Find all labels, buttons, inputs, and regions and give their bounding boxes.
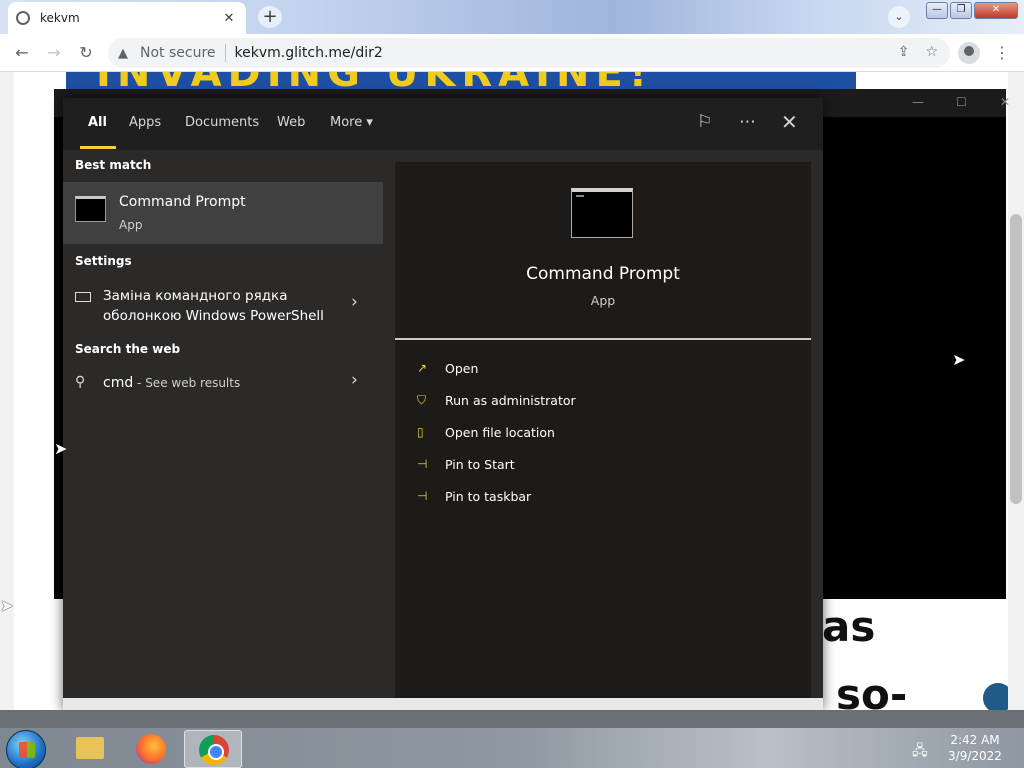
display-settings-icon [75,292,91,302]
url-text[interactable]: kekvm.glitch.me/dir2 [235,45,383,61]
search-flyout: All Apps Documents Web More ▾ ⚐ ⋯ ✕ Best… [63,98,823,710]
forward-arrow-icon[interactable]: → [44,43,64,63]
action-pin-to-taskbar-label: Pin to taskbar [445,488,532,504]
console-maximize-icon[interactable]: ☐ [956,95,967,109]
taskbar-firefox-button[interactable] [122,730,180,768]
taskbar-chrome-button[interactable] [184,730,242,768]
result-details-pane: Command Prompt App ↗ Open ⛉ Run as admin… [395,162,811,698]
taskbar-strip [0,710,1024,728]
settings-result-text: Заміна командного рядка оболонкою Window… [103,288,324,324]
pin-icon: ⊣ [417,489,428,503]
start-button[interactable] [6,730,46,768]
detail-app-type: App [590,293,616,308]
feedback-icon[interactable]: ⚐ [697,112,712,132]
reload-icon[interactable]: ↻ [76,43,96,63]
clock-time: 2:42 AM [950,733,1000,747]
address-bar[interactable]: ▲ Not secure kekvm.glitch.me/dir2 ⇪ ☆ [108,38,950,68]
network-icon[interactable]: 🖧 [912,740,928,764]
bookmark-star-icon[interactable]: ☆ [925,44,938,60]
active-tab-indicator [80,146,116,149]
action-pin-to-start[interactable]: ⊣ Pin to Start [417,452,515,476]
tab-web[interactable]: Web [277,115,305,130]
close-flyout-icon[interactable]: ✕ [781,110,798,134]
address-separator [224,44,226,62]
search-icon: ⚲ [75,374,86,390]
security-label[interactable]: Not secure [140,45,216,61]
share-icon[interactable]: ⇪ [898,44,910,60]
file-location-icon: ▯ [417,425,424,439]
mouse-cursor-icon: ➤ [952,350,966,369]
browser-tab[interactable]: kekvm ✕ [8,2,246,34]
best-match-item[interactable]: Command Prompt App [63,182,383,244]
action-run-as-administrator[interactable]: ⛉ Run as administrator [417,388,576,412]
console-close-icon[interactable]: ✕ [1000,95,1010,109]
folder-icon [76,737,104,759]
browser-tab-bar: kekvm ✕ + ⌄ — ❐ ✕ [0,0,1024,34]
action-open-file-location-label: Open file location [445,424,555,440]
close-window-button[interactable]: ✕ [974,2,1018,19]
best-match-name: Command Prompt [119,194,246,210]
browser-toolbar: ← → ↻ ▲ Not secure kekvm.glitch.me/dir2 … [0,34,1024,72]
shield-icon: ⛉ [417,392,427,407]
action-open-label: Open [445,360,479,376]
tab-close-icon[interactable]: ✕ [220,11,238,26]
mouse-cursor-icon: ➤ [0,596,14,615]
tab-title: kekvm [40,11,80,25]
browser-menu-icon[interactable]: ⋮ [994,43,1010,62]
results-list: Best match Command Prompt App Settings З… [63,150,383,698]
settings-heading: Settings [75,254,132,268]
clock-date: 3/9/2022 [948,749,1002,763]
command-prompt-icon [75,196,106,222]
taskbar-explorer-button[interactable] [60,730,118,768]
taskbar-clock[interactable]: 2:42 AM 3/9/2022 [940,732,1010,764]
profile-avatar-icon[interactable] [958,42,980,64]
page-margin [0,72,14,712]
search-web-heading: Search the web [75,342,181,356]
tab-apps[interactable]: Apps [129,115,161,130]
restore-window-button[interactable]: ❐ [950,2,972,19]
mouse-cursor-icon: ➤ [54,439,68,458]
action-pin-to-start-label: Pin to Start [445,456,515,472]
new-tab-button[interactable]: + [258,6,282,28]
minimize-window-button[interactable]: — [926,2,948,19]
page-scrollbar[interactable] [1008,72,1024,712]
firefox-icon [136,734,166,764]
address-actions: ⇪ ☆ [898,44,938,60]
web-query: cmd [103,375,134,391]
web-result-suffix: - See web results [133,376,241,390]
tab-all[interactable]: All [88,115,107,130]
chevron-down-icon: ▾ [366,115,373,130]
command-prompt-large-icon [571,188,633,238]
more-options-icon[interactable]: ⋯ [739,112,756,132]
action-pin-to-taskbar[interactable]: ⊣ Pin to taskbar [417,484,531,508]
globe-icon [16,11,30,25]
search-filter-bar: All Apps Documents Web More ▾ ⚐ ⋯ ✕ [63,98,823,150]
pin-icon: ⊣ [417,457,428,471]
console-minimize-icon[interactable]: — [912,95,924,109]
detail-divider [395,338,811,340]
page-heading-fragment-1: as [822,602,876,651]
open-icon: ↗ [417,361,428,375]
best-match-type: App [119,218,143,232]
taskbar: 🖧 2:42 AM 3/9/2022 [0,710,1024,768]
back-arrow-icon[interactable]: ← [12,43,32,63]
scrollbar-thumb[interactable] [1010,214,1022,504]
windows-logo-icon [19,742,35,758]
chrome-icon [199,735,229,765]
action-run-as-admin-label: Run as administrator [445,392,576,408]
best-match-heading: Best match [75,158,152,172]
search-box-edge[interactable] [63,698,823,710]
tab-more-label: More [330,115,363,130]
action-open-file-location[interactable]: ▯ Open file location [417,420,555,444]
detail-app-name: Command Prompt [526,264,680,284]
tab-documents[interactable]: Documents [185,115,259,130]
tab-search-button[interactable]: ⌄ [888,6,910,28]
action-open[interactable]: ↗ Open [417,356,478,380]
chevron-right-icon[interactable]: › [351,292,358,312]
web-result-text: cmd - See web results [103,375,240,391]
chevron-right-icon[interactable]: › [351,370,358,390]
warning-icon[interactable]: ▲ [118,46,136,61]
tab-more[interactable]: More ▾ [330,115,373,130]
